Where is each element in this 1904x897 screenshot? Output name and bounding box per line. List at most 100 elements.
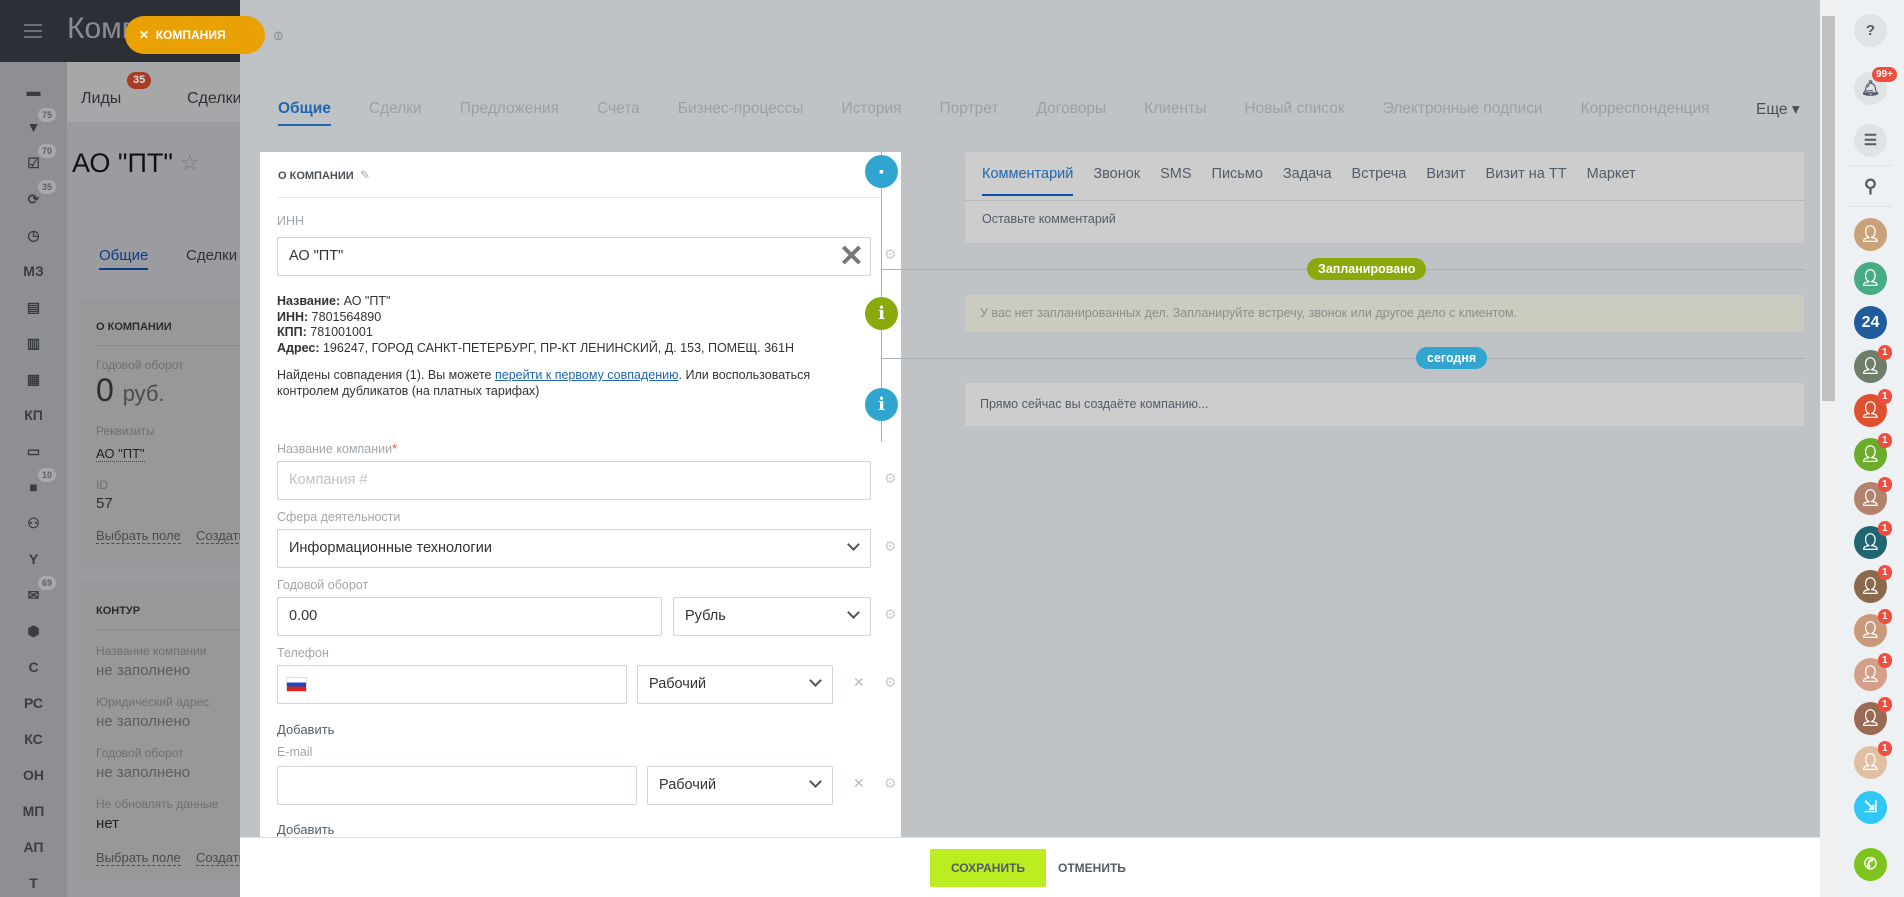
chat-avatar[interactable]: 👤︎ 1	[1854, 521, 1892, 559]
email-input[interactable]	[277, 766, 637, 805]
more-tabs-button[interactable]: Еще ▾	[1756, 100, 1800, 119]
gear-icon[interactable]: ⚙	[884, 246, 897, 263]
chat-avatar[interactable]: 👤︎ 1	[1854, 565, 1892, 603]
chat-avatar[interactable]: 👤︎ 1	[1854, 433, 1892, 471]
industry-select[interactable]: Информационные технологии	[277, 529, 871, 568]
activity-tab[interactable]: Комментарий	[982, 166, 1074, 196]
add-email-link[interactable]: Добавить	[277, 822, 334, 837]
tab-4[interactable]: Бизнес-процессы	[678, 100, 804, 126]
edit-pencil-icon[interactable]: ✎	[360, 168, 370, 182]
activity-tab[interactable]: Звонок	[1093, 166, 1140, 196]
tab-1[interactable]: Сделки	[369, 100, 422, 126]
menu-item[interactable]: КП	[0, 400, 67, 430]
search-icon[interactable]: ⚲	[1854, 170, 1887, 203]
create-field-link[interactable]: Создать поле	[196, 850, 240, 866]
activity-tab[interactable]: Визит на ТТ	[1486, 166, 1567, 196]
calendar-icon[interactable]: ▦	[0, 364, 67, 394]
contact-card-icon[interactable]: ▤	[0, 292, 67, 322]
chat-avatar[interactable]: 👤︎	[1854, 218, 1887, 251]
chat-list-icon[interactable]: ☰	[1854, 124, 1887, 157]
tab-5[interactable]: История	[841, 100, 901, 126]
select-field-link[interactable]: Выбрать поле	[96, 528, 181, 544]
chat-avatar[interactable]: 24	[1854, 306, 1887, 339]
first-duplicate-link[interactable]: перейти к первому совпадению	[495, 368, 679, 382]
phone-input[interactable]	[277, 665, 627, 704]
company-name-input[interactable]: Компания #	[277, 461, 871, 500]
bell-icon[interactable]: 🔔︎ 99+	[1854, 67, 1897, 105]
crm-tab-leads[interactable]: Лиды	[81, 90, 121, 108]
chat-avatar[interactable]: 👤︎ 1	[1854, 697, 1892, 735]
box-icon[interactable]: ⬢	[0, 616, 67, 646]
menu-item[interactable]: РС	[0, 688, 67, 718]
gear-icon[interactable]: ⚙	[884, 470, 897, 487]
chat-avatar[interactable]: 👤︎ 1	[1854, 741, 1892, 779]
menu-item[interactable]: Т	[0, 868, 67, 897]
star-icon[interactable]: ☆	[180, 150, 200, 176]
scrollbar[interactable]	[1820, 0, 1837, 897]
gear-icon[interactable]: ⚙	[884, 674, 897, 691]
exit-icon[interactable]: ⇲	[1854, 791, 1887, 824]
email-type-select[interactable]: Рабочий	[647, 766, 833, 805]
clock-icon[interactable]: ◷	[0, 220, 67, 250]
currency-select[interactable]: Рубль	[673, 597, 871, 636]
crm-tab-deals[interactable]: Сделки	[187, 90, 240, 108]
activity-tab[interactable]: Задача	[1283, 166, 1332, 196]
link-icon[interactable]: ⊘	[269, 26, 288, 45]
select-field-link[interactable]: Выбрать поле	[96, 850, 181, 866]
add-phone-link[interactable]: Добавить	[277, 722, 334, 737]
clear-icon[interactable]: ✕	[839, 238, 864, 275]
menu-item[interactable]: С	[0, 652, 67, 682]
activity-tab[interactable]: SMS	[1160, 166, 1191, 196]
gear-icon[interactable]: ⚙	[884, 538, 897, 555]
create-field-link[interactable]: Создать поле	[196, 528, 240, 544]
tab-3[interactable]: Счета	[597, 100, 640, 126]
funnel-icon[interactable]: ▼	[0, 112, 67, 142]
activity-tab[interactable]: Визит	[1426, 166, 1465, 196]
chat-avatar[interactable]: 👤︎ 1	[1854, 609, 1892, 647]
tab-11[interactable]: Корреспонденция	[1581, 100, 1710, 126]
chat-avatar[interactable]: 👤︎ 1	[1854, 389, 1892, 427]
tab-deals[interactable]: Сделки	[186, 247, 237, 264]
save-button[interactable]: СОХРАНИТЬ	[930, 849, 1046, 887]
phone-icon[interactable]: ✆	[1854, 848, 1887, 881]
scroll-thumb[interactable]	[1822, 16, 1835, 401]
requisites-link[interactable]: АО "ПТ"	[96, 446, 145, 462]
gear-icon[interactable]: ⚙	[884, 775, 897, 792]
chat-avatar[interactable]: 👤︎	[1854, 262, 1887, 295]
inn-input[interactable]: АО "ПТ" ✕	[277, 237, 871, 276]
menu-item[interactable]: КС	[0, 724, 67, 754]
activity-tab[interactable]: Письмо	[1212, 166, 1263, 196]
russia-flag-icon[interactable]	[286, 677, 307, 692]
tab-2[interactable]: Предложения	[460, 100, 559, 126]
phone-type-select[interactable]: Рабочий	[637, 665, 833, 704]
sync-icon[interactable]: ⟳	[0, 184, 67, 214]
remove-icon[interactable]: ✕	[853, 775, 865, 792]
mail-icon[interactable]: ✉	[0, 580, 67, 610]
chat-avatar[interactable]: 👤︎ 1	[1854, 653, 1892, 691]
chat-avatar[interactable]: 👤︎ 1	[1854, 477, 1892, 515]
building-icon[interactable]: ▥	[0, 328, 67, 358]
tab-7[interactable]: Договоры	[1037, 100, 1107, 126]
people-icon[interactable]: ⚇	[0, 508, 67, 538]
chat-avatar[interactable]: 👤︎ 1	[1854, 345, 1892, 383]
close-slider-button[interactable]: ✕ КОМПАНИЯ	[125, 16, 265, 54]
chat-icon[interactable]: ■	[0, 472, 67, 502]
remove-icon[interactable]: ✕	[853, 674, 865, 691]
tab-6[interactable]: Портрет	[940, 100, 999, 126]
menu-item[interactable]: МП	[0, 796, 67, 826]
menu-icon[interactable]	[24, 24, 42, 38]
tab-8[interactable]: Клиенты	[1144, 100, 1206, 126]
revenue-input[interactable]: 0.00	[277, 597, 662, 636]
help-icon[interactable]: ?	[1854, 14, 1887, 47]
window-icon[interactable]: ▬	[0, 76, 67, 106]
wrench-icon[interactable]: Y	[0, 544, 67, 574]
activity-tab[interactable]: Встреча	[1352, 166, 1407, 196]
tab-10[interactable]: Электронные подписи	[1383, 100, 1543, 126]
menu-item[interactable]: МЗ	[0, 256, 67, 286]
cancel-button[interactable]: ОТМЕНИТЬ	[1058, 849, 1126, 887]
menu-item[interactable]: АП	[0, 832, 67, 862]
activity-tab[interactable]: Маркет	[1587, 166, 1636, 196]
gear-icon[interactable]: ⚙	[884, 606, 897, 623]
tab-9[interactable]: Новый список	[1244, 100, 1344, 126]
tasks-icon[interactable]: ☑	[0, 148, 67, 178]
